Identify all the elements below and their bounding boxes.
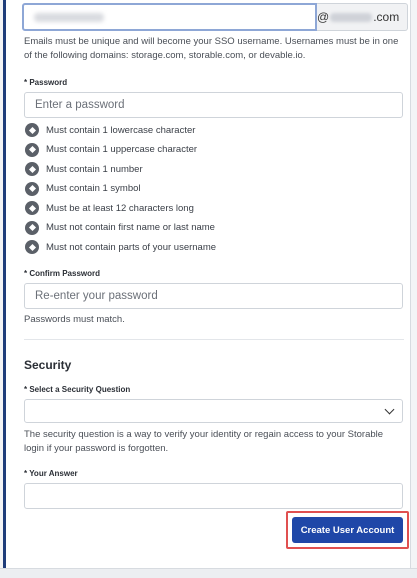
domain-suffix: .com (373, 10, 400, 24)
password-rule-text: Must not contain parts of your username (46, 241, 217, 253)
create-user-account-button[interactable]: Create User Account (292, 517, 403, 543)
password-rule-item: Must contain 1 number (25, 162, 143, 176)
diamond-circle-icon (25, 240, 39, 254)
page: @ .com Emails must be unique and will be… (0, 0, 417, 578)
password-rule-text: Must contain 1 number (46, 163, 143, 175)
email-row: @ .com (22, 3, 409, 31)
diamond-circle-icon (25, 201, 39, 215)
email-username-input[interactable] (22, 3, 317, 31)
diamond-circle-icon (25, 162, 39, 176)
password-rule-item: Must not contain first name or last name (25, 220, 215, 235)
email-domain-addon: @ .com (317, 3, 409, 31)
email-help-text: Emails must be unique and will become yo… (24, 36, 399, 61)
domain-prefix: @ (317, 10, 330, 24)
password-input[interactable]: Enter a password (24, 92, 403, 118)
password-rule-item: Must be at least 12 characters long (25, 201, 194, 215)
confirm-help-text: Passwords must match. (24, 314, 125, 325)
password-rule-item: Must not contain parts of your username (25, 240, 216, 254)
chevron-down-icon (384, 404, 395, 415)
security-help-text: The security question is a way to verify… (24, 429, 384, 454)
password-rule-item: Must contain 1 lowercase character (25, 123, 195, 137)
password-label: * Password (24, 78, 68, 87)
section-divider (24, 339, 404, 340)
security-question-select[interactable] (24, 399, 403, 423)
diamond-circle-icon (25, 181, 39, 196)
password-rule-text: Must not contain first name or last name (46, 222, 215, 233)
password-rule-text: Must contain 1 uppercase character (46, 144, 198, 155)
password-rule-text: Must contain 1 symbol (46, 183, 141, 194)
confirm-password-placeholder: Re-enter your password (35, 290, 158, 302)
password-rule-item: Must contain 1 uppercase character (25, 142, 198, 157)
security-question-label: * Select a Security Question (24, 385, 131, 394)
diamond-circle-icon (25, 142, 39, 157)
password-rule-text: Must contain 1 lowercase character (46, 124, 196, 136)
your-answer-input[interactable] (24, 483, 403, 509)
password-rule-text: Must be at least 12 characters long (46, 202, 194, 214)
diamond-circle-icon (25, 220, 39, 235)
redacted-username (34, 13, 104, 22)
security-section-title: Security (24, 358, 72, 372)
confirm-password-input[interactable]: Re-enter your password (24, 283, 403, 309)
password-placeholder: Enter a password (35, 99, 125, 111)
confirm-password-label: * Confirm Password (24, 269, 101, 278)
your-answer-label: * Your Answer (24, 469, 78, 478)
redacted-domain (330, 12, 373, 22)
password-rule-item: Must contain 1 symbol (25, 181, 141, 196)
diamond-circle-icon (25, 123, 39, 137)
